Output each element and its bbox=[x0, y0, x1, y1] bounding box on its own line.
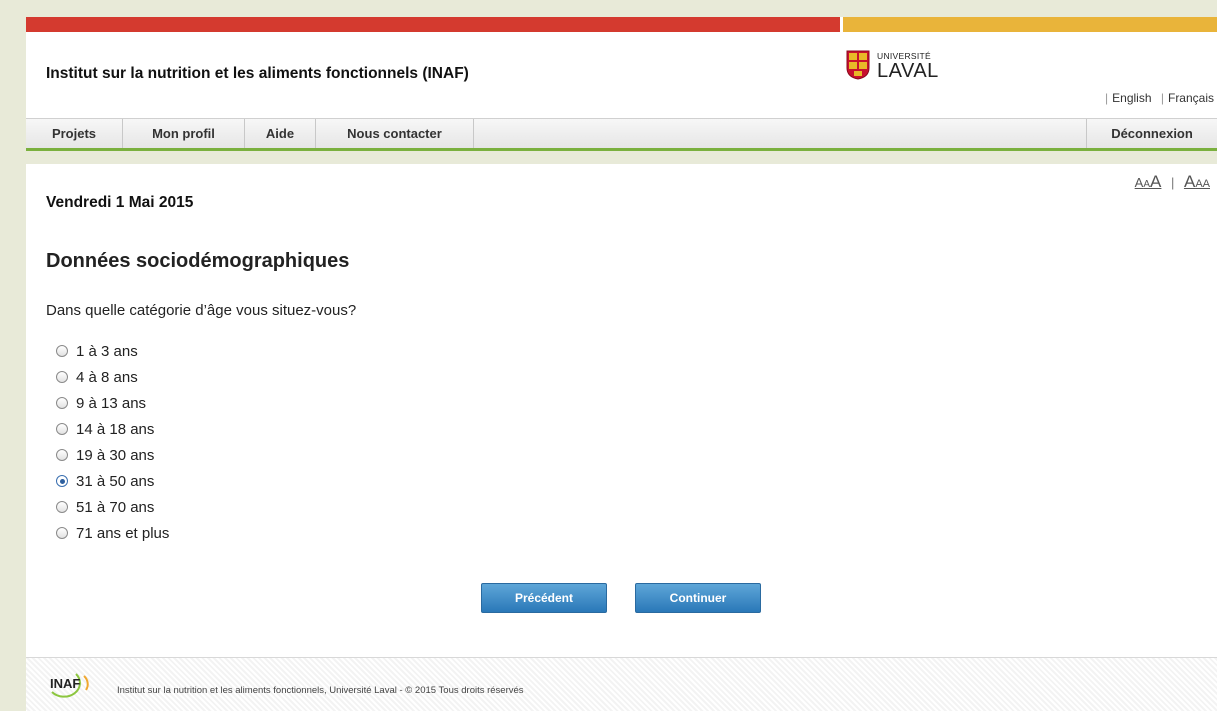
radio-button[interactable] bbox=[56, 371, 68, 383]
top-bar-red bbox=[26, 17, 840, 32]
previous-button[interactable]: Précédent bbox=[481, 583, 607, 613]
nav-mon-profil[interactable]: Mon profil bbox=[123, 119, 245, 148]
section-heading: Données sociodémographiques bbox=[46, 250, 350, 272]
nav-projets[interactable]: Projets bbox=[26, 119, 123, 148]
logo-laval-text: LAVAL bbox=[877, 59, 939, 82]
age-option-5[interactable]: 19 à 30 ans bbox=[56, 442, 169, 468]
option-label: 14 à 18 ans bbox=[76, 420, 155, 438]
footer-text: Institut sur la nutrition et les aliment… bbox=[117, 685, 524, 696]
age-option-6[interactable]: 31 à 50 ans bbox=[56, 468, 169, 494]
radio-button[interactable] bbox=[56, 345, 68, 357]
age-option-2[interactable]: 4 à 8 ans bbox=[56, 364, 169, 390]
text-size-increase[interactable]: AAA bbox=[1184, 172, 1210, 191]
text-size-decrease[interactable]: AAA bbox=[1135, 172, 1162, 191]
radio-button[interactable] bbox=[56, 501, 68, 513]
inaf-logo-icon: INAF bbox=[50, 673, 89, 698]
nav-deconnexion[interactable]: Déconnexion bbox=[1086, 119, 1217, 148]
radio-button[interactable] bbox=[56, 527, 68, 539]
option-label: 4 à 8 ans bbox=[76, 368, 138, 386]
main-nav: Projets Mon profil Aide Nous contacter D… bbox=[26, 118, 1217, 151]
age-option-3[interactable]: 9 à 13 ans bbox=[56, 390, 169, 416]
question-text: Dans quelle catégorie d’âge vous situez-… bbox=[46, 302, 357, 319]
option-label: 9 à 13 ans bbox=[76, 394, 147, 412]
inaf-logo-text: INAF bbox=[50, 676, 80, 691]
footer: INAF Institut sur la nutrition et les al… bbox=[26, 657, 1217, 711]
age-option-8[interactable]: 71 ans et plus bbox=[56, 520, 169, 546]
text-size-controls: AAA | AAA bbox=[1134, 172, 1210, 191]
top-bar-gold bbox=[843, 17, 1217, 32]
page: Institut sur la nutrition et les aliment… bbox=[26, 17, 1217, 711]
age-option-1[interactable]: 1 à 3 ans bbox=[56, 338, 169, 364]
radio-button[interactable] bbox=[56, 397, 68, 409]
continue-button[interactable]: Continuer bbox=[635, 583, 761, 613]
option-label: 71 ans et plus bbox=[76, 524, 170, 542]
nav-separator bbox=[26, 151, 1217, 164]
nav-aide[interactable]: Aide bbox=[245, 119, 316, 148]
option-label: 31 à 50 ans bbox=[76, 472, 155, 490]
option-label: 19 à 30 ans bbox=[76, 446, 155, 464]
age-options: 1 à 3 ans 4 à 8 ans 9 à 13 ans 14 à 18 a… bbox=[56, 338, 169, 546]
universite-laval-logo[interactable]: UNIVERSITÉ LAVAL bbox=[846, 50, 939, 82]
current-date: Vendredi 1 Mai 2015 bbox=[46, 194, 194, 211]
top-color-bar bbox=[26, 17, 1217, 32]
radio-button[interactable] bbox=[56, 423, 68, 435]
lang-english-link[interactable]: English bbox=[1112, 91, 1151, 105]
laval-shield-icon bbox=[846, 50, 870, 80]
site-title: Institut sur la nutrition et les aliment… bbox=[46, 65, 469, 82]
language-switcher: | English | Français bbox=[1105, 91, 1214, 105]
radio-button[interactable] bbox=[56, 449, 68, 461]
option-label: 1 à 3 ans bbox=[76, 342, 138, 360]
nav-nous-contacter[interactable]: Nous contacter bbox=[316, 119, 474, 148]
lang-francais-link[interactable]: Français bbox=[1168, 91, 1214, 105]
age-option-7[interactable]: 51 à 70 ans bbox=[56, 494, 169, 520]
radio-button-selected[interactable] bbox=[56, 475, 68, 487]
age-option-4[interactable]: 14 à 18 ans bbox=[56, 416, 169, 442]
option-label: 51 à 70 ans bbox=[76, 498, 155, 516]
